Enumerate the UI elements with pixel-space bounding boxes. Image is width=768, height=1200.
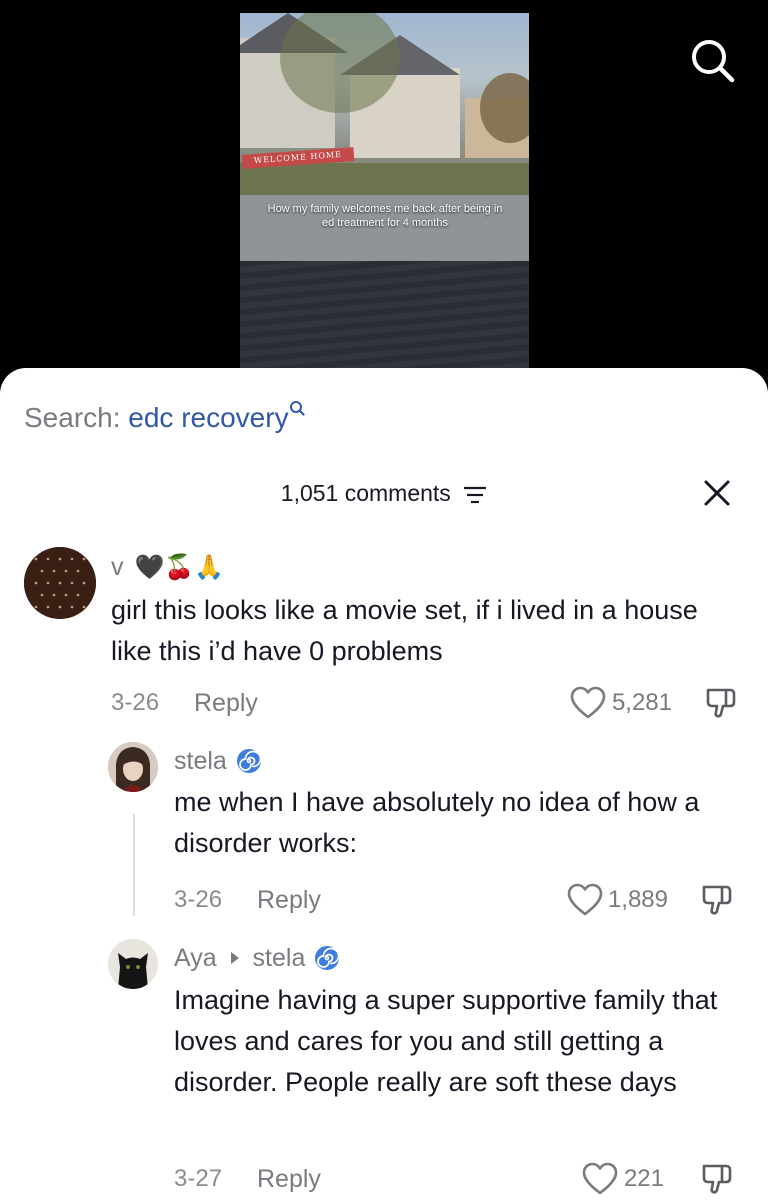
like-count: 1,889 bbox=[607, 886, 668, 913]
spiral-icon bbox=[236, 749, 262, 773]
username-emojis: 🖤🍒🙏 bbox=[134, 554, 225, 581]
avatar-cat bbox=[108, 939, 158, 989]
heart-icon[interactable] bbox=[570, 686, 606, 720]
comment-text: girl this looks like a movie set, if i l… bbox=[111, 595, 698, 666]
comments-sheet: Search: edc recovery 1,051 comments v 🖤🍒… bbox=[0, 368, 768, 1200]
search-term-link[interactable]: edc recovery bbox=[128, 402, 288, 433]
like-count: 5,281 bbox=[611, 689, 672, 716]
dislike-icon[interactable] bbox=[704, 686, 738, 720]
dislike-icon[interactable] bbox=[700, 1162, 734, 1196]
reply-button[interactable]: Reply bbox=[257, 885, 321, 915]
comment-date: 3-26 bbox=[174, 886, 223, 913]
thread-line bbox=[133, 814, 135, 916]
reply-to-username[interactable]: stela bbox=[253, 944, 306, 972]
car-dashboard bbox=[240, 261, 529, 370]
avatar[interactable] bbox=[108, 939, 158, 989]
avatar-pattern bbox=[24, 547, 96, 619]
search-icon[interactable] bbox=[688, 36, 738, 86]
username[interactable]: v bbox=[111, 553, 124, 581]
video-player[interactable]: WELCOME HOME How my family welcomes me b… bbox=[0, 0, 768, 395]
avatar[interactable] bbox=[24, 547, 96, 619]
video-caption: How my family welcomes me back after bei… bbox=[267, 203, 503, 229]
related-search[interactable]: Search: edc recovery bbox=[24, 400, 305, 436]
video-thumbnail[interactable]: WELCOME HOME How my family welcomes me b… bbox=[240, 13, 529, 370]
comments-count: 1,051 comments bbox=[280, 480, 451, 506]
comment-text: Imagine having a super supportive family… bbox=[174, 985, 718, 1097]
filter-icon[interactable] bbox=[463, 485, 487, 505]
spiral-icon bbox=[315, 946, 340, 970]
username[interactable]: stela bbox=[174, 747, 227, 775]
comment-date: 3-27 bbox=[174, 1165, 223, 1192]
search-prefix: Search: bbox=[24, 402, 121, 433]
avatar-portrait bbox=[108, 742, 158, 792]
comment-text: me when I have absolutely no idea of how… bbox=[174, 787, 700, 858]
comments-header: 1,051 comments bbox=[0, 478, 768, 508]
like-count: 221 bbox=[623, 1165, 664, 1192]
dislike-icon[interactable] bbox=[700, 883, 734, 917]
comment-author[interactable]: v 🖤🍒🙏 bbox=[111, 552, 224, 583]
close-icon[interactable] bbox=[700, 476, 734, 510]
comment-author[interactable]: Aya stela bbox=[174, 943, 340, 973]
comment-author[interactable]: stela bbox=[174, 746, 262, 776]
comment-date: 3-26 bbox=[111, 689, 160, 716]
heart-icon[interactable] bbox=[567, 883, 603, 917]
reply-arrow-icon bbox=[230, 952, 239, 964]
reply-button[interactable]: Reply bbox=[257, 1164, 321, 1194]
search-glyph-icon bbox=[289, 401, 305, 416]
avatar[interactable] bbox=[108, 742, 158, 792]
reply-button[interactable]: Reply bbox=[194, 688, 258, 718]
username[interactable]: Aya bbox=[174, 944, 217, 972]
